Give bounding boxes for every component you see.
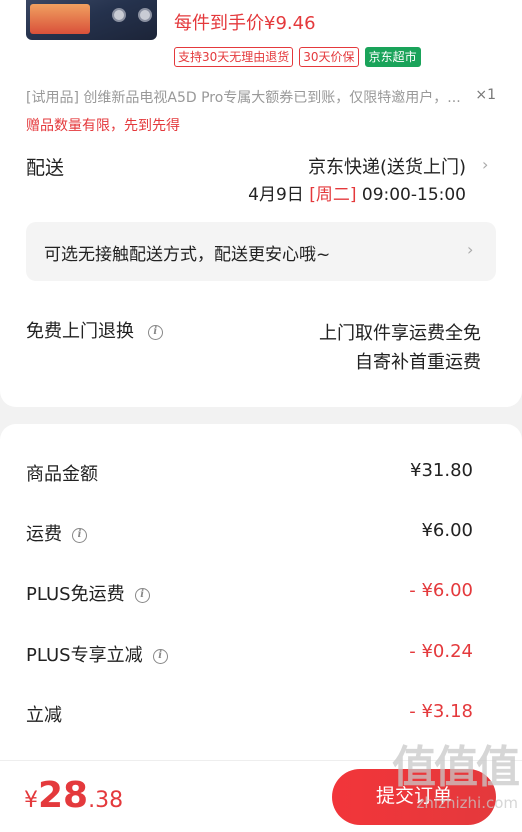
dial-icon — [112, 8, 126, 22]
gift-text: [试用品] 创维新品电视A5D Pro专属大额券已到账，仅限特邀用户，... — [26, 90, 461, 106]
plus-discount-label: PLUS专享立减 — [26, 645, 143, 666]
order-detail-card: 每件到手价¥9.46 支持30天无理由退货 30天价保 京东超市 [试用品] 创… — [0, 0, 522, 407]
free-return: 免费上门退换 i — [26, 317, 163, 343]
total-decimal: .38 — [88, 788, 124, 813]
return-pickup-note: 上门取件享运费全免 — [319, 323, 481, 344]
info-icon[interactable]: i — [147, 324, 163, 340]
summary-row: 商品金额 ¥31.80 — [26, 460, 473, 490]
plus-discount-value: - ¥0.24 — [409, 641, 473, 662]
goods-amount-value: ¥31.80 — [410, 460, 473, 481]
delivery-method[interactable]: 京东快递(送货上门) — [308, 153, 466, 179]
product-thumbnail[interactable] — [26, 0, 157, 40]
gift-item[interactable]: [试用品] 创维新品电视A5D Pro专属大额券已到账，仅限特邀用户，... ×… — [26, 87, 496, 107]
instant-discount-label: 立减 — [26, 705, 62, 726]
summary-row: 运费 i ¥6.00 — [26, 520, 473, 550]
gift-qty: ×1 — [475, 87, 496, 103]
delivery-date: 4月9日 — [248, 185, 310, 205]
info-icon[interactable]: i — [134, 587, 150, 603]
delivery-time[interactable]: 4月9日 [周二] 09:00-15:00 — [248, 180, 466, 205]
total-integer: 28 — [38, 775, 89, 816]
plus-discount: PLUS专享立减 i — [26, 641, 168, 667]
summary-row: PLUS专享立减 i - ¥0.24 — [26, 641, 473, 671]
currency-symbol: ¥ — [24, 788, 38, 813]
chevron-right-icon: › — [467, 240, 474, 259]
tag-jd-supermarket: 京东超市 — [364, 47, 421, 67]
shipping-fee-label: 运费 — [26, 524, 62, 545]
unit-price: 每件到手价¥9.46 — [174, 13, 316, 34]
price-summary-card: 商品金额 ¥31.80 运费 i ¥6.00 PLUS免运费 i - ¥6.00 P… — [0, 424, 522, 774]
dial-icon — [138, 8, 152, 22]
plus-free-shipping-value: - ¥6.00 — [409, 580, 473, 601]
total-price: ¥28.38 — [24, 775, 123, 816]
tag-price-protect: 30天价保 — [299, 47, 359, 67]
goods-amount-label: 商品金额 — [26, 464, 98, 485]
delivery-window: 09:00-15:00 — [356, 185, 466, 205]
gift-note: 赠品数量有限，先到先得 — [26, 118, 180, 134]
contactless-text: 可选无接触配送方式，配送更安心哦~ — [44, 245, 331, 265]
tag-return: 支持30天无理由退货 — [174, 47, 294, 67]
shipping-fee-value: ¥6.00 — [421, 520, 473, 541]
plus-free-shipping: PLUS免运费 i — [26, 580, 150, 606]
chevron-right-icon[interactable]: › — [482, 155, 488, 174]
return-self-send-note: 自寄补首重运费 — [355, 352, 481, 373]
info-icon[interactable]: i — [152, 648, 168, 664]
contactless-delivery-option[interactable]: 可选无接触配送方式，配送更安心哦~ › — [26, 222, 496, 281]
plus-free-shipping-label: PLUS免运费 — [26, 584, 125, 605]
free-return-label: 免费上门退换 — [26, 321, 134, 342]
delivery-label: 配送 — [26, 157, 65, 179]
delivery-weekday: [周二] — [309, 185, 357, 205]
summary-row: 立减 - ¥3.18 — [26, 701, 473, 731]
checkout-bar: ¥28.38 提交订单 — [0, 760, 522, 832]
info-icon[interactable]: i — [72, 527, 87, 543]
instant-discount-value: - ¥3.18 — [409, 701, 473, 722]
summary-row: PLUS免运费 i - ¥6.00 — [26, 580, 473, 610]
service-tags: 支持30天无理由退货 30天价保 京东超市 — [174, 47, 421, 67]
thumbnail-label — [30, 4, 90, 34]
shipping-fee: 运费 i — [26, 520, 87, 546]
submit-order-button[interactable]: 提交订单 — [332, 769, 496, 825]
